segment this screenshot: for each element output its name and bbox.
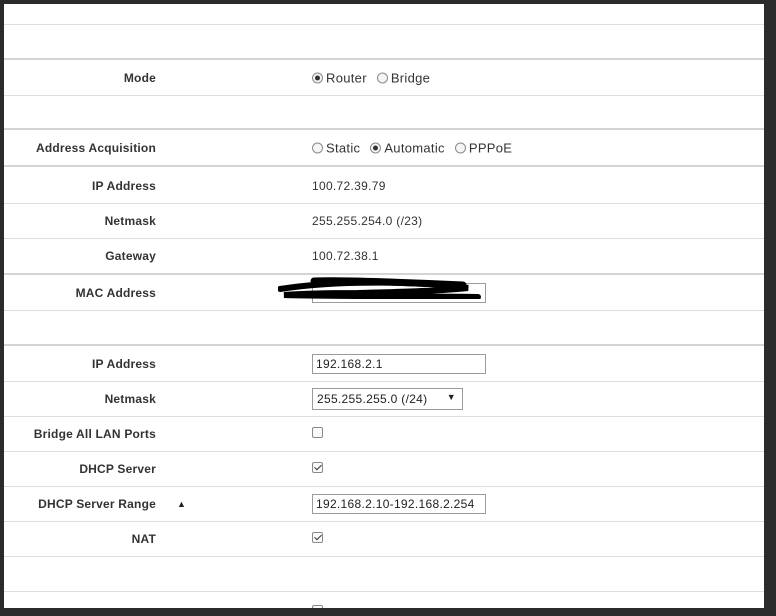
lan-netmask-selected: 255.255.255.0 (/24) bbox=[317, 392, 428, 406]
lan-ip-input[interactable] bbox=[312, 353, 486, 374]
acquisition-automatic-radio[interactable] bbox=[370, 142, 382, 153]
nat-value bbox=[312, 532, 323, 546]
gateway-value: 100.72.38.1 bbox=[312, 249, 379, 263]
cutoff-row bbox=[4, 592, 764, 608]
dhcp-range-input[interactable] bbox=[312, 494, 486, 514]
address-acquisition-row: Address Acquisition Static Automatic PPP… bbox=[4, 130, 764, 167]
mode-label: Mode bbox=[123, 70, 156, 85]
dropdown-arrow-icon: ▼ bbox=[446, 392, 456, 402]
acquisition-pppoe-label[interactable]: PPPoE bbox=[469, 140, 512, 155]
section-spacer bbox=[4, 557, 764, 592]
wan-ip-label: IP Address bbox=[91, 178, 156, 193]
wan-netmask-value: 255.255.254.0 (/23) bbox=[312, 214, 423, 228]
acquisition-static-radio[interactable] bbox=[312, 142, 323, 153]
mac-address-row: MAC Address bbox=[4, 275, 764, 311]
redaction-scribble bbox=[278, 277, 481, 299]
acquisition-pppoe-option[interactable]: PPPoE bbox=[454, 140, 512, 155]
mode-bridge-option[interactable]: Bridge bbox=[376, 70, 430, 85]
mac-address-label: MAC Address bbox=[75, 285, 156, 300]
lan-ip-label: IP Address bbox=[91, 356, 156, 371]
section-spacer bbox=[4, 96, 764, 130]
section-divider bbox=[4, 4, 764, 25]
lan-netmask-row: Netmask 255.255.255.0 (/24) ▼ bbox=[4, 382, 764, 417]
acquisition-automatic-option[interactable]: Automatic bbox=[370, 140, 445, 155]
acquisition-pppoe-radio[interactable] bbox=[454, 142, 466, 153]
nat-label: NAT bbox=[131, 532, 156, 546]
dhcp-server-row: DHCP Server bbox=[4, 452, 764, 487]
triangle-up-icon[interactable]: ▲ bbox=[177, 499, 186, 509]
acquisition-static-label[interactable]: Static bbox=[326, 140, 360, 155]
dhcp-server-checkbox[interactable] bbox=[312, 462, 323, 473]
wan-ip-row: IP Address 100.72.39.79 bbox=[4, 168, 764, 204]
settings-panel: { "mode": { "label": "Mode", "options": … bbox=[4, 4, 764, 608]
lan-netmask-label: Netmask bbox=[104, 392, 156, 406]
mode-router-option[interactable]: Router bbox=[312, 70, 367, 85]
mode-bridge-radio[interactable] bbox=[376, 72, 388, 83]
bridge-lan-label: Bridge All LAN Ports bbox=[33, 427, 156, 441]
section-spacer bbox=[4, 311, 764, 346]
lan-ip-row: IP Address bbox=[4, 346, 764, 382]
dhcp-range-row: DHCP Server Range ▲ bbox=[4, 487, 764, 522]
wan-netmask-label: Netmask bbox=[104, 214, 156, 228]
acquisition-static-option[interactable]: Static bbox=[312, 140, 360, 155]
bridge-lan-value bbox=[312, 427, 323, 441]
gateway-label: Gateway bbox=[105, 249, 156, 263]
mode-row: Mode Router Bridge bbox=[4, 60, 764, 96]
acquisition-automatic-label[interactable]: Automatic bbox=[384, 140, 445, 155]
address-acquisition-label: Address Acquisition bbox=[35, 140, 156, 155]
nat-row: NAT bbox=[4, 522, 764, 557]
address-acquisition-radio-group: Static Automatic PPPoE bbox=[312, 140, 522, 155]
section-spacer bbox=[4, 25, 764, 60]
mode-bridge-label[interactable]: Bridge bbox=[391, 70, 430, 85]
bridge-lan-checkbox[interactable] bbox=[312, 427, 323, 438]
gateway-row: Gateway 100.72.38.1 bbox=[4, 239, 764, 275]
mode-radio-group: Router Bridge bbox=[312, 70, 440, 85]
dhcp-range-label: DHCP Server Range bbox=[38, 497, 156, 511]
mode-router-label[interactable]: Router bbox=[326, 70, 367, 85]
bridge-lan-row: Bridge All LAN Ports bbox=[4, 417, 764, 452]
wan-ip-value: 100.72.39.79 bbox=[312, 178, 386, 193]
cutoff-checkbox-value bbox=[312, 605, 323, 608]
cutoff-checkbox[interactable] bbox=[312, 605, 323, 608]
wan-netmask-row: Netmask 255.255.254.0 (/23) bbox=[4, 204, 764, 239]
nat-checkbox[interactable] bbox=[312, 532, 323, 543]
mode-router-radio[interactable] bbox=[312, 72, 323, 83]
dhcp-server-label: DHCP Server bbox=[79, 462, 156, 476]
lan-netmask-select[interactable]: 255.255.255.0 (/24) ▼ bbox=[312, 388, 463, 410]
dhcp-server-value bbox=[312, 462, 323, 476]
